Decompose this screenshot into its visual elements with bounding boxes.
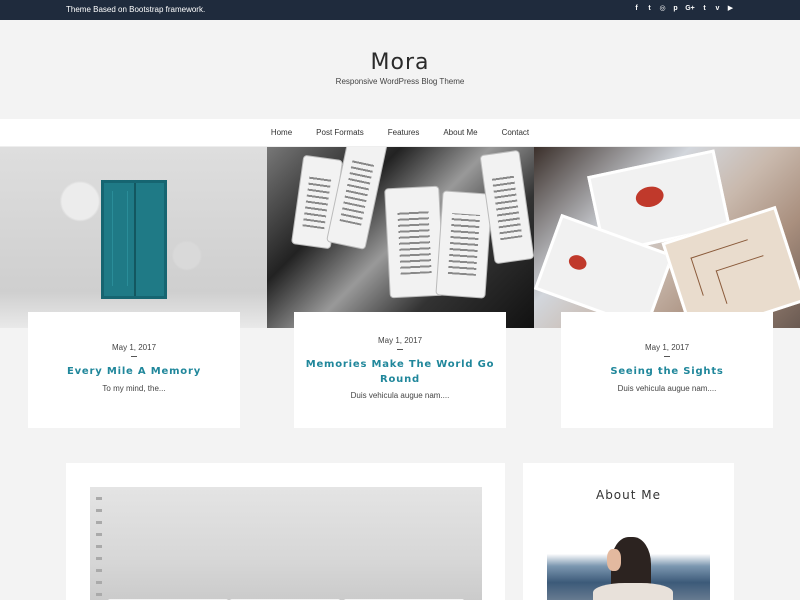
post-excerpt: Duis vehicula augue nam.... [350, 391, 450, 400]
person-face-graphic [607, 549, 621, 571]
facebook-icon[interactable]: f [633, 4, 640, 14]
divider [664, 356, 670, 357]
widget-title: About Me [595, 488, 662, 502]
door-graphic [101, 180, 167, 299]
ring-binding-graphic [96, 497, 102, 600]
main-post-image[interactable] [90, 487, 482, 600]
instagram-icon[interactable]: ◎ [659, 4, 666, 14]
featured-card[interactable]: May 1, 2017 Every Mile A Memory To my mi… [28, 312, 240, 428]
post-date: May 1, 2017 [111, 343, 157, 352]
main-nav: Home Post Formats Features About Me Cont… [0, 119, 800, 147]
about-me-photo [547, 521, 710, 600]
featured-image-photos[interactable] [534, 147, 800, 328]
tag-graphic [435, 190, 493, 299]
google-plus-icon[interactable]: G+ [685, 4, 695, 14]
divider [131, 356, 137, 357]
pinterest-icon[interactable]: p [672, 4, 679, 14]
featured-image-door[interactable] [0, 147, 267, 328]
top-bar: Theme Based on Bootstrap framework. f t … [0, 0, 800, 20]
post-title[interactable]: Every Mile A Memory [38, 364, 230, 379]
nav-item-contact[interactable]: Contact [490, 128, 542, 137]
featured-card[interactable]: May 1, 2017 Memories Make The World Go R… [294, 312, 506, 428]
youtube-icon[interactable]: ▶ [727, 4, 734, 14]
nav-item-home[interactable]: Home [259, 128, 304, 137]
post-title[interactable]: Seeing the Sights [571, 364, 763, 379]
site-description: Responsive WordPress Blog Theme [335, 77, 465, 86]
main-post-card [66, 463, 505, 600]
twitter-icon[interactable]: t [646, 4, 653, 14]
divider [397, 349, 403, 350]
site-title[interactable]: Mora [0, 50, 800, 75]
site-header: Mora Responsive WordPress Blog Theme [0, 20, 800, 118]
vimeo-icon[interactable]: v [714, 4, 721, 14]
featured-card[interactable]: May 1, 2017 Seeing the Sights Duis vehic… [561, 312, 773, 428]
person-shoulder-graphic [593, 583, 673, 600]
wine-glass-graphic [566, 252, 589, 273]
post-title[interactable]: Memories Make The World Go Round [304, 357, 496, 387]
post-date: May 1, 2017 [377, 336, 423, 345]
tumblr-icon[interactable]: t [701, 4, 708, 14]
nav-item-about-me[interactable]: About Me [431, 128, 489, 137]
featured-image-tags[interactable] [267, 147, 534, 328]
about-me-widget: About Me [523, 463, 734, 600]
post-excerpt: Duis vehicula augue nam.... [617, 384, 717, 393]
nav-item-post-formats[interactable]: Post Formats [304, 128, 376, 137]
social-icons: f t ◎ p G+ t v ▶ [633, 4, 734, 14]
post-excerpt: To my mind, the... [102, 384, 166, 393]
post-date: May 1, 2017 [644, 343, 690, 352]
top-bar-tagline: Theme Based on Bootstrap framework. [66, 5, 206, 14]
nav-item-features[interactable]: Features [376, 128, 432, 137]
wine-glass-graphic [633, 184, 666, 210]
